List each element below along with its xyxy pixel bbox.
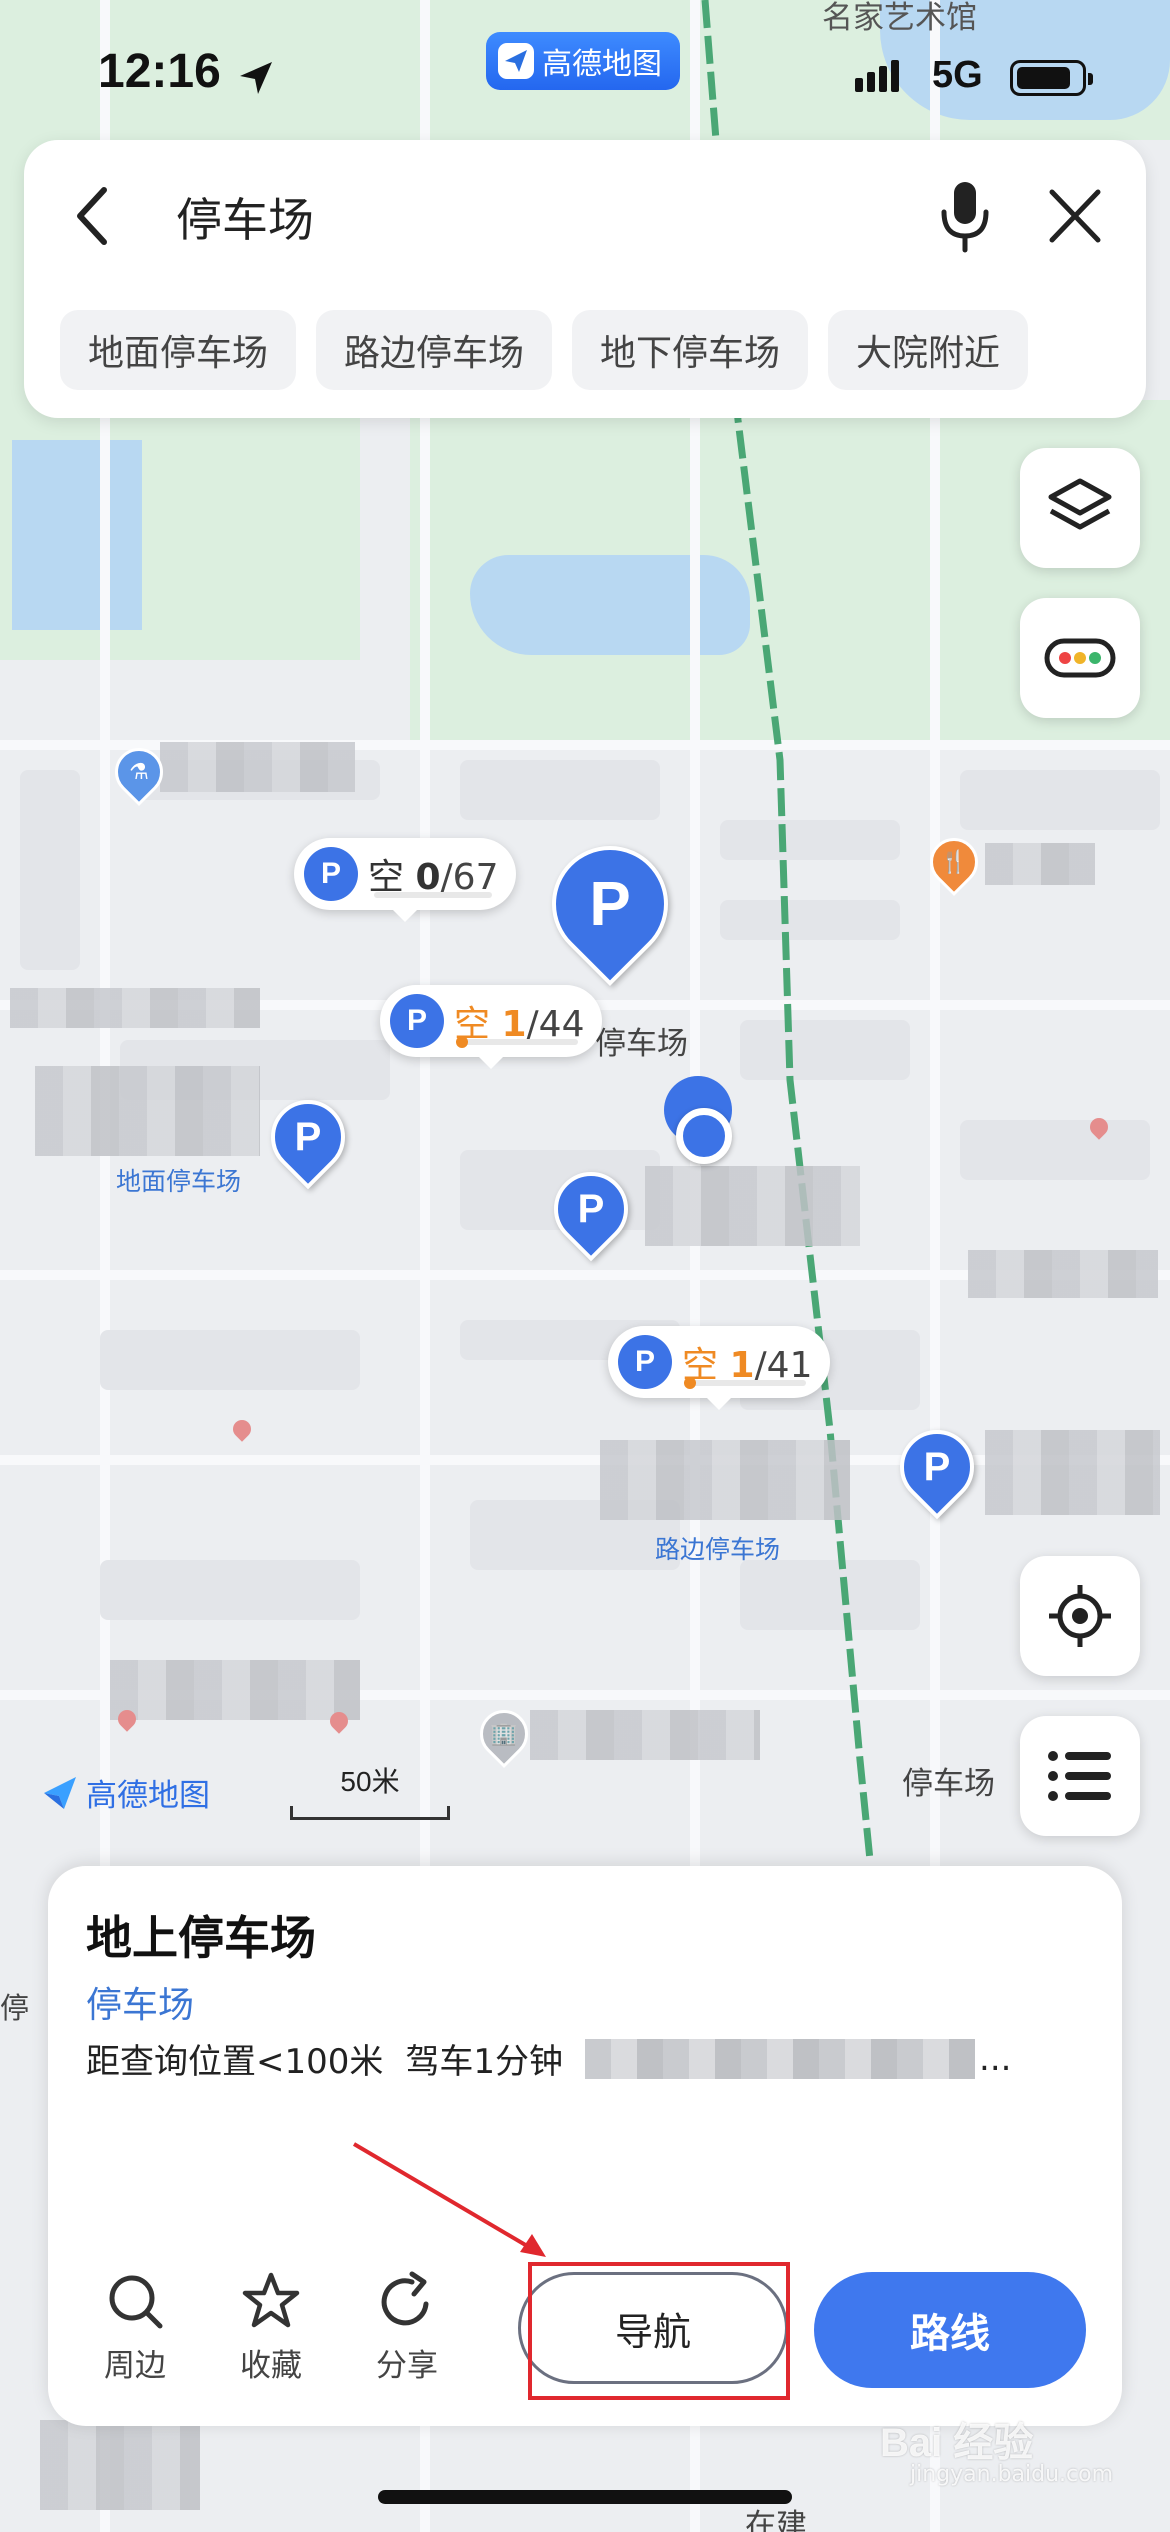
watermark-url: jingyan.baidu.com [910,2462,1114,2487]
redacted-label [40,2420,200,2510]
redacted-label [968,1250,1158,1298]
place-category[interactable]: 停车场 [86,1976,194,2028]
app-badge[interactable]: 高德地图 [486,32,680,90]
share-button[interactable]: 分享 [352,2270,462,2385]
parking-left-label: 停 [0,1991,30,2025]
share-icon [381,2271,429,2326]
list-icon [1048,1751,1111,1801]
road-bottom-label: 在建 [745,2508,807,2532]
chip-roadside-parking[interactable]: 路边停车场 [316,310,553,390]
availability-bubble[interactable]: P 空 1/44 [380,985,603,1069]
map-brand: 高德地图 [40,1770,210,1815]
parking-icon: P [390,994,444,1048]
amap-logo-icon [498,43,534,79]
annotation-arrow [352,2142,546,2257]
microphone-icon[interactable] [930,176,1000,256]
layers-button[interactable] [1020,448,1140,568]
place-name: 地上停车场 [86,1911,316,1965]
location-arrow-icon [240,62,272,94]
redacted-label [35,1066,260,1156]
place-info: 距查询位置<100米 驾车1分钟 ... [86,2034,1011,2083]
star-icon [242,2272,300,2328]
traffic-button[interactable] [1020,598,1140,718]
back-icon[interactable] [64,178,124,254]
nearby-button[interactable]: 周边 [80,2270,190,2385]
parking-lock-icon: P [304,847,358,901]
filter-chips: 地面停车场 路边停车场 地下停车场 大院附近 [60,310,1029,390]
search-query[interactable]: 停车场 [176,184,314,250]
scale-label: 50米 [340,1766,400,1797]
redacted-address [585,2038,976,2079]
locate-me-button[interactable] [1020,1556,1140,1676]
parking-center-label[interactable]: 停车场 [595,1018,688,1063]
redacted-label [985,843,1095,885]
amap-logo-icon [44,1776,76,1809]
availability-bubble[interactable]: P 空 0/67 [294,838,517,922]
scale-bar: 50米 [290,1760,450,1820]
share-label: 分享 [376,2348,438,2384]
signal-icon [855,60,899,92]
ground-parking-label[interactable]: 地面停车场 [116,1162,241,1198]
layers-icon [1048,478,1112,530]
status-bar: 12:16 高德地图 5G [0,0,1170,150]
redacted-label [985,1430,1160,1515]
battery-icon [1010,60,1093,96]
watermark: Bai 经验 [880,2421,1034,2465]
locate-icon [1049,1585,1111,1647]
brand-text: 高德地图 [86,1778,210,1814]
status-time: 12:16 [98,45,221,98]
redacted-label [645,1166,860,1246]
parking-right-label[interactable]: 停车场 [902,1758,995,1803]
chip-compound-nearby[interactable]: 大院附近 [828,310,1029,390]
search-icon [109,2275,163,2329]
redacted-label [160,742,355,792]
availability-bubble[interactable]: P 空 1/41 [608,1326,831,1410]
availability-bar [456,1036,579,1048]
close-icon[interactable] [1040,180,1110,252]
traffic-light-icon [1044,638,1116,678]
availability-bar [684,1377,807,1389]
network-type: 5G [932,54,983,96]
nearby-label: 周边 [104,2348,166,2384]
info-ellipsis: ... [979,2038,1012,2079]
annotation-highlight-box [528,2262,790,2400]
chip-ground-parking[interactable]: 地面停车场 [60,310,297,390]
home-indicator[interactable] [378,2490,792,2504]
redacted-label [600,1440,850,1520]
scale-line [290,1806,450,1820]
app-badge-label: 高德地图 [542,47,662,82]
redacted-label [110,1660,360,1720]
parking-lock-icon: P [618,1335,672,1389]
redacted-label [530,1710,760,1760]
current-location-dot [676,1108,732,1164]
roadside-parking-label[interactable]: 路边停车场 [655,1530,780,1566]
list-button[interactable] [1020,1716,1140,1836]
favorite-label: 收藏 [240,2348,302,2384]
route-button[interactable]: 路线 [814,2272,1086,2388]
chip-underground-parking[interactable]: 地下停车场 [572,310,809,390]
favorite-button[interactable]: 收藏 [216,2270,326,2385]
place-drive-time: 驾车1分钟 [405,2042,564,2082]
redacted-label [10,988,260,1028]
place-distance: 距查询位置<100米 [86,2042,384,2082]
availability-bar [374,892,493,898]
search-card: 停车场 地面停车场 路边停车场 地下停车场 大院附近 [24,140,1146,418]
